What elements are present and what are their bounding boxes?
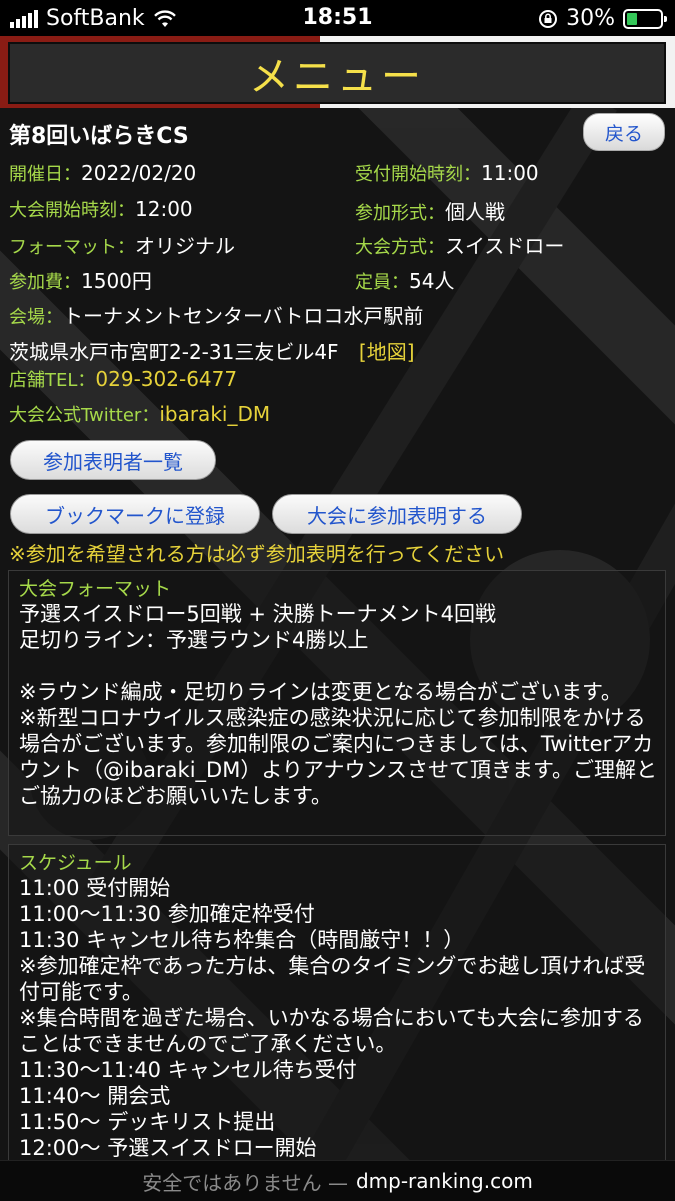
schedule-box-text: 11:00 受付開始 11:00～11:30 参加確定枠受付 11:30 キャン… <box>19 876 646 1173</box>
schedule-box-heading: スケジュール <box>19 852 132 874</box>
start-value: 12:00 <box>135 197 193 221</box>
method-row: 大会方式：スイスドロー <box>355 230 564 259</box>
start-label: 大会開始時刻： <box>9 200 135 221</box>
venue-value: トーナメントセンターバトロコ水戸駅前 <box>63 304 424 328</box>
map-link[interactable]: [地図] <box>359 340 415 364</box>
url-bar[interactable]: 安全ではありません — dmp-ranking.com <box>0 1160 675 1201</box>
format-box: 大会フォーマット 予選スイスドロー5回戦 + 決勝トーナメント4回戦 足切りライ… <box>8 570 666 836</box>
twitter-label: 大会公式Twitter： <box>9 405 160 426</box>
format-box-heading: 大会フォーマット <box>19 578 172 600</box>
venue-label: 会場： <box>9 307 63 328</box>
entry-type-label: 参加形式： <box>355 203 445 224</box>
participants-list-button[interactable]: 参加表明者一覧 <box>10 440 216 480</box>
tel-label: 店舗TEL： <box>9 370 96 391</box>
battery-percent: 30% <box>566 6 615 31</box>
bookmark-button[interactable]: ブックマークに登録 <box>10 494 260 534</box>
tel-row: 店舗TEL：029-302-6477 <box>9 366 237 392</box>
back-button[interactable]: 戻る <box>583 113 665 151</box>
orientation-lock-icon <box>539 9 558 28</box>
battery-charging-icon <box>623 8 667 29</box>
format-box-text: 予選スイスドロー5回戦 + 決勝トーナメント4回戦 足切りライン：予選ラウンド4… <box>19 602 657 808</box>
capacity-label: 定員： <box>355 272 409 293</box>
insecure-label: 安全ではありません — <box>142 1170 348 1195</box>
date-row: 開催日：2022/02/20 <box>9 160 196 186</box>
join-button[interactable]: 大会に参加表明する <box>272 494 522 534</box>
twitter-link[interactable]: ibaraki_DM <box>159 402 270 426</box>
format-label: フォーマット： <box>9 237 135 258</box>
menu-button[interactable]: メニュー <box>8 42 666 104</box>
reception-label: 受付開始時刻： <box>355 164 481 185</box>
fee-label: 参加費： <box>9 272 81 293</box>
format-value: オリジナル <box>135 234 235 258</box>
entry-type-row: 参加形式：個人戦 <box>355 196 505 225</box>
entry-type-value: 個人戦 <box>445 200 505 224</box>
date-label: 開催日： <box>9 164 81 185</box>
status-bar: SoftBank 18:51 30% <box>0 0 675 36</box>
address-value: 茨城県水戸市宮町2-2-31三友ビル4F <box>9 340 339 364</box>
date-value: 2022/02/20 <box>81 161 197 185</box>
tel-link[interactable]: 029-302-6477 <box>95 367 237 391</box>
entry-notice: ※参加を希望される方は必ず参加表明を行ってください <box>9 542 505 566</box>
capacity-value: 54人 <box>409 269 455 293</box>
fee-row: 参加費：1500円 <box>9 265 152 294</box>
reception-row: 受付開始時刻：11:00 <box>355 160 539 186</box>
twitter-row: 大会公式Twitter：ibaraki_DM <box>9 401 270 427</box>
fee-value: 1500円 <box>81 269 152 293</box>
method-value: スイスドロー <box>445 234 565 258</box>
start-row: 大会開始時刻：12:00 <box>9 196 193 222</box>
method-label: 大会方式： <box>355 237 445 258</box>
page-title: 第8回いばらきCS <box>9 124 189 149</box>
reception-value: 11:00 <box>481 161 539 185</box>
capacity-row: 定員：54人 <box>355 265 454 294</box>
address-row: 茨城県水戸市宮町2-2-31三友ビル4F [地図] <box>9 336 415 365</box>
venue-row: 会場：トーナメントセンターバトロコ水戸駅前 <box>9 300 423 329</box>
url-host: dmp-ranking.com <box>355 1169 533 1193</box>
format-row: フォーマット：オリジナル <box>9 230 235 259</box>
schedule-box: スケジュール 11:00 受付開始 11:00～11:30 参加確定枠受付 11… <box>8 844 666 1174</box>
